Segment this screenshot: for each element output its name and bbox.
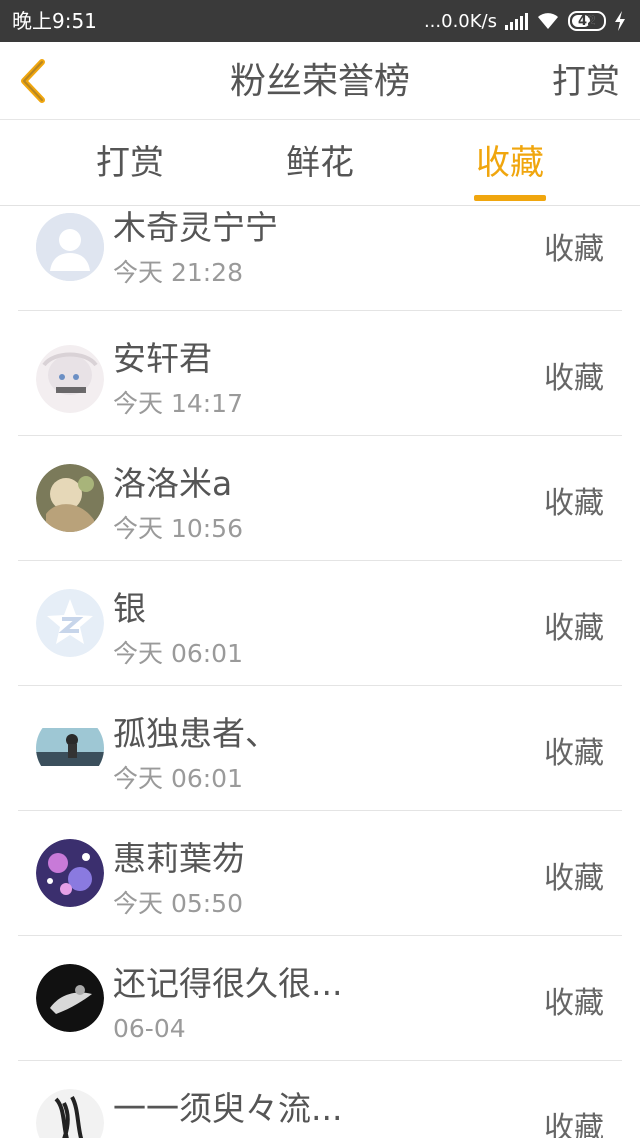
network-speed: ...0.0K/s [423, 10, 497, 32]
signal-icon [505, 12, 528, 30]
fan-action: 收藏 [544, 736, 604, 771]
wifi-icon [538, 13, 558, 29]
list-item[interactable]: 孤独患者、 今天 06:01 收藏 [0, 686, 640, 811]
fan-action: 收藏 [544, 232, 604, 267]
fan-time: 今天 06:01 [113, 764, 243, 793]
anime-girl-avatar-icon [36, 345, 104, 413]
fan-time: 06-04 [113, 1014, 186, 1043]
fan-list: 木奇灵宁宁 今天 21:28 收藏 安轩君 今天 14:17 收藏 洛洛米a 今… [0, 206, 640, 1138]
avatar [36, 839, 104, 907]
fan-time: 今天 10:56 [113, 514, 243, 543]
avatar [36, 964, 104, 1032]
list-item[interactable]: 惠莉葉芴 今天 05:50 收藏 [0, 811, 640, 936]
status-bar: 晚上9:51 ...0.0K/s 42 [0, 0, 640, 42]
fan-action: 收藏 [544, 861, 604, 896]
default-avatar-icon [36, 213, 104, 281]
fan-name: 银 [113, 589, 146, 628]
avatar [36, 464, 104, 532]
tab-bar: 打赏 鲜花 收藏 [0, 121, 640, 206]
avatar [36, 714, 104, 782]
list-item[interactable]: 一一须臾々流... 收藏 [0, 1061, 640, 1138]
charging-icon [615, 11, 625, 31]
qq-star-avatar-icon [36, 589, 104, 657]
fan-action: 收藏 [544, 361, 604, 396]
fan-time: 今天 06:01 [113, 639, 243, 668]
sketch-avatar-icon [36, 1089, 104, 1138]
fan-name: 木奇灵宁宁 [113, 208, 278, 247]
fan-time: 今天 05:50 [113, 889, 243, 918]
battery-level: 42 [577, 13, 597, 29]
galaxy-avatar-icon [36, 839, 104, 907]
list-item[interactable]: 洛洛米a 今天 10:56 收藏 [0, 436, 640, 561]
fan-action: 收藏 [544, 1111, 604, 1138]
illustration-avatar-icon [36, 464, 104, 532]
fan-action: 收藏 [544, 986, 604, 1021]
active-tab-indicator [474, 195, 546, 201]
battery-icon: 42 [568, 11, 606, 31]
app-header: 粉丝荣誉榜 打赏 [0, 42, 640, 120]
avatar [36, 345, 104, 413]
list-item[interactable]: 安轩君 今天 14:17 收藏 [0, 311, 640, 436]
fan-action: 收藏 [544, 486, 604, 521]
dark-avatar-icon [36, 964, 104, 1032]
page-title: 粉丝荣誉榜 [229, 61, 410, 102]
fan-name: 一一须臾々流... [113, 1089, 343, 1128]
avatar [36, 213, 104, 281]
tab-reward[interactable]: 打赏 [70, 141, 190, 185]
fan-name: 安轩君 [113, 339, 212, 378]
photo-avatar-icon [36, 714, 104, 782]
tab-favorites[interactable]: 收藏 [450, 141, 570, 185]
avatar [36, 589, 104, 657]
fan-time: 今天 21:28 [113, 258, 243, 287]
tab-flowers[interactable]: 鲜花 [260, 141, 380, 185]
list-item[interactable]: 还记得很久很... 06-04 收藏 [0, 936, 640, 1061]
list-item[interactable]: 银 今天 06:01 收藏 [0, 561, 640, 686]
fan-time: 今天 14:17 [113, 389, 243, 418]
fan-name: 惠莉葉芴 [113, 839, 245, 878]
status-time: 晚上9:51 [12, 9, 97, 33]
fan-action: 收藏 [544, 611, 604, 646]
fan-name: 还记得很久很... [113, 964, 343, 1003]
avatar [36, 1089, 104, 1138]
fan-name: 孤独患者、 [113, 714, 278, 753]
status-icons: ...0.0K/s 42 [424, 9, 626, 33]
reward-button[interactable]: 打赏 [552, 60, 620, 104]
list-item[interactable]: 木奇灵宁宁 今天 21:28 收藏 [0, 206, 640, 311]
fan-name: 洛洛米a [113, 464, 233, 503]
